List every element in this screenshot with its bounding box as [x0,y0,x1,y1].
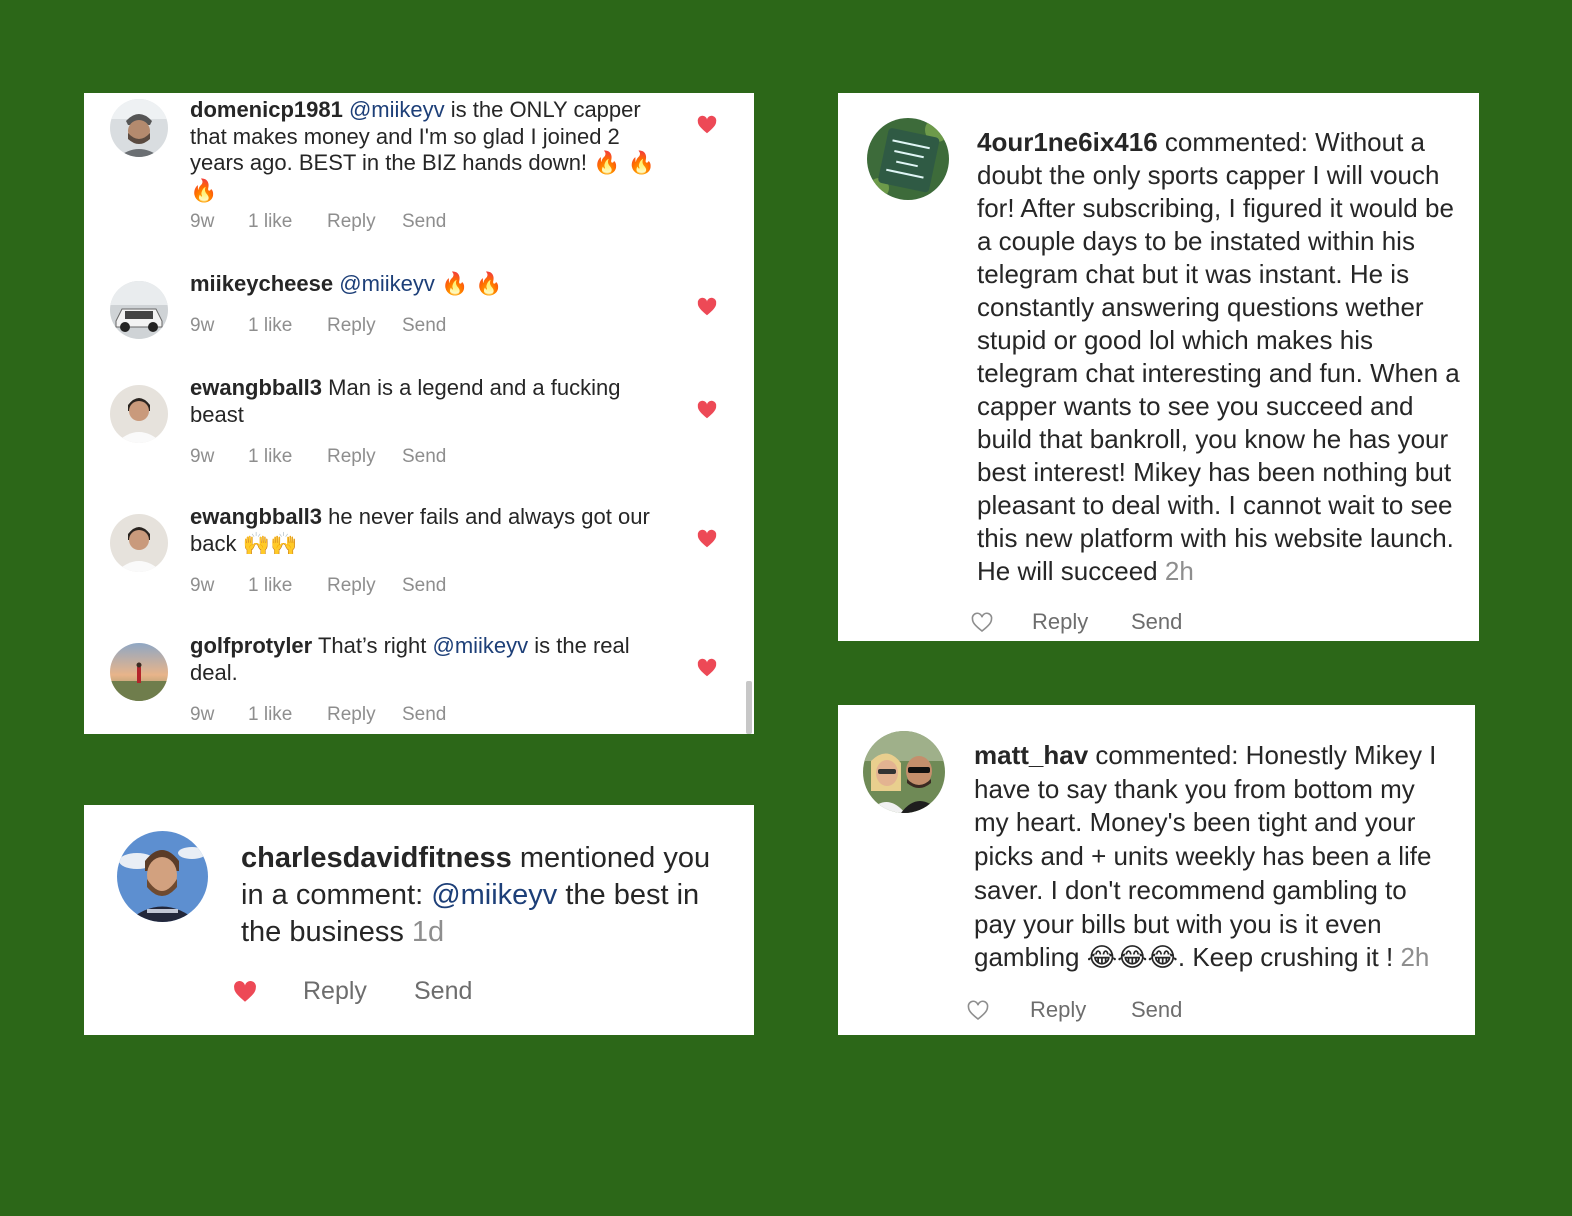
heart-filled-icon[interactable] [696,114,718,136]
comment-username[interactable]: domenicp1981 [190,97,343,122]
laughing-emoji: 😂😂😂 [1086,943,1178,974]
car-avatar[interactable] [110,281,168,339]
scrollbar[interactable] [746,681,752,734]
comment-mention[interactable]: @miikeyv [339,271,435,296]
comment-meta: 9w 1 like Reply Send [190,704,446,726]
comment-time: 2h [1164,556,1194,586]
comment-time: 9w [190,575,215,596]
heart-filled-icon[interactable] [696,657,718,679]
reply-button[interactable]: Reply [327,575,402,597]
mention-body: charlesdavidfitness mentioned you in a c… [241,840,731,951]
comment-text: commented: Without a doubt the only spor… [977,127,1460,586]
send-button[interactable]: Send [1131,609,1182,635]
comment-username[interactable]: ewangbball3 [190,375,322,400]
heart-outline-icon[interactable] [970,611,994,635]
man-cap-avatar[interactable] [110,99,168,157]
reply-button[interactable]: Reply [1032,609,1088,635]
reply-button[interactable]: Reply [327,211,402,233]
comment-username[interactable]: golfprotyler [190,633,312,658]
comment-likes[interactable]: 1 like [248,315,327,337]
heart-filled-icon[interactable] [696,399,718,421]
comment-username[interactable]: miikeycheese [190,271,333,296]
comment-body: domenicp1981 @miikeyv is the ONLY capper… [190,97,670,205]
comment-body: 4our1ne6ix416 commented: Without a doubt… [977,126,1462,588]
comment-text-end: . Keep crushing it ! [1177,942,1401,973]
comment-thread-card: domenicp1981 @miikeyv is the ONLY capper… [84,93,754,734]
comment-body: matt_hav commented: Honestly Mikey I hav… [974,739,1454,976]
comment-time: 9w [190,315,215,336]
comment-meta: 9w 1 like Reply Send [190,211,446,233]
send-button[interactable]: Send [402,211,446,233]
comment-meta: 9w 1 like Reply Send [190,446,446,468]
heart-filled-icon[interactable] [696,528,718,550]
comment-time: 9w [190,446,215,467]
send-button[interactable]: Send [402,575,446,597]
comment-text: commented: Honestly Mikey I have to say … [974,740,1437,973]
mention-card: charlesdavidfitness mentioned you in a c… [84,805,754,1035]
comment-time: 2h [1400,942,1430,973]
send-button[interactable]: Send [402,315,446,337]
send-button[interactable]: Send [402,446,446,468]
comment-mention[interactable]: @miikeyv [431,879,557,911]
comment-meta: 9w 1 like Reply Send [190,315,446,337]
comment-card: matt_hav commented: Honestly Mikey I hav… [838,705,1475,1035]
heart-filled-icon[interactable] [696,296,718,318]
comment-body: ewangbball3 Man is a legend and a fuckin… [190,375,670,428]
person-white-shirt-avatar[interactable] [110,514,168,572]
bearded-man-avatar[interactable] [117,831,208,922]
comment-likes[interactable]: 1 like [248,446,327,468]
comment-likes[interactable]: 1 like [248,211,327,233]
comment-body: miikeycheese @miikeyv 🔥 🔥 [190,271,670,299]
comment-meta: 9w 1 like Reply Send [190,575,446,597]
person-white-shirt-avatar[interactable] [110,385,168,443]
comment-username[interactable]: charlesdavidfitness [241,842,512,874]
send-button[interactable]: Send [414,977,472,1006]
raised-hands-emoji: 🙌🙌 [242,531,298,557]
comment-time: 1d [411,916,445,948]
comment-time: 9w [190,704,215,725]
reply-button[interactable]: Reply [327,315,402,337]
couple-selfie-avatar[interactable] [863,731,945,813]
heart-outline-icon[interactable] [966,999,990,1023]
fire-emoji: 🔥 🔥 [441,272,503,297]
comment-username[interactable]: 4our1ne6ix416 [977,127,1158,157]
comment-body: ewangbball3 he never fails and always go… [190,504,670,558]
neon-sign-avatar[interactable] [867,118,949,200]
heart-filled-icon[interactable] [232,979,258,1005]
send-button[interactable]: Send [1131,997,1182,1023]
comment-username[interactable]: matt_hav [974,740,1088,770]
comment-likes[interactable]: 1 like [248,704,327,726]
reply-button[interactable]: Reply [1030,997,1086,1023]
reply-button[interactable]: Reply [327,704,402,726]
reply-button[interactable]: Reply [327,446,402,468]
comment-text-prefix: That’s right [312,633,433,658]
send-button[interactable]: Send [402,704,446,726]
golfer-sunset-avatar[interactable] [110,643,168,701]
comment-body: golfprotyler That’s right @miikeyv is th… [190,633,670,686]
comment-likes[interactable]: 1 like [248,575,327,597]
reply-button[interactable]: Reply [303,977,367,1006]
comment-username[interactable]: ewangbball3 [190,504,322,529]
comment-mention[interactable]: @miikeyv [432,633,528,658]
comment-mention[interactable]: @miikeyv [349,97,445,122]
comment-time: 9w [190,211,215,232]
comment-card: 4our1ne6ix416 commented: Without a doubt… [838,93,1479,641]
